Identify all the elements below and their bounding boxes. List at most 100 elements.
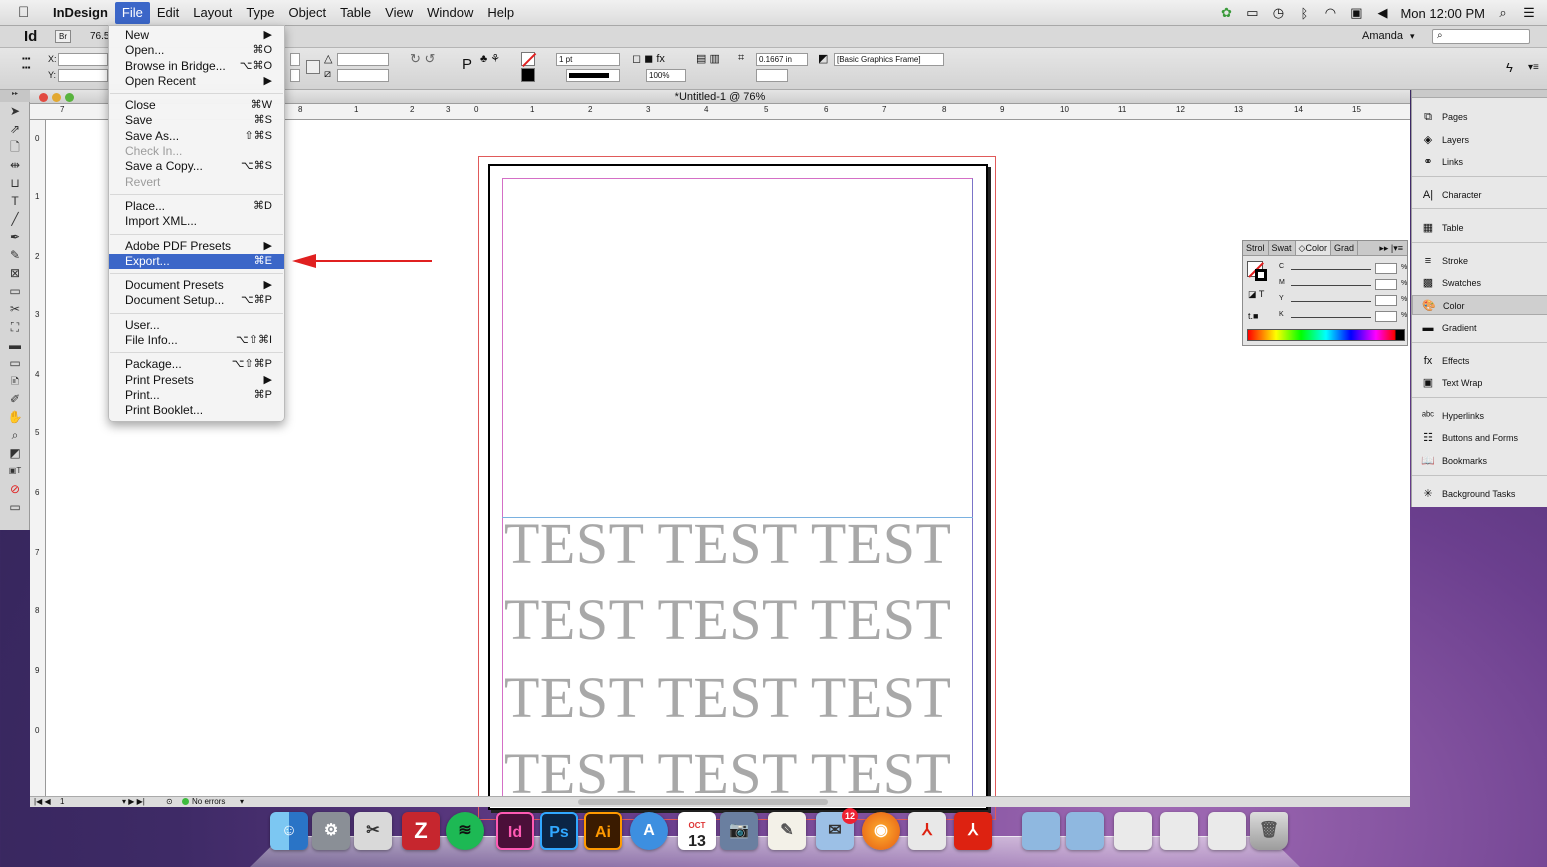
dock-acrobat-reader-icon[interactable]: ⅄	[954, 812, 992, 850]
page-nav-next-icon[interactable]: ▾ ▶ ▶|	[122, 797, 145, 807]
dock-folder-icon[interactable]	[1022, 812, 1060, 850]
menu-item-file-info[interactable]: File Info... ⌥⇧⌘I	[109, 333, 284, 348]
dock-grab-icon[interactable]: ✂	[354, 812, 392, 850]
type-tool-icon[interactable]: T	[0, 192, 30, 210]
menu-item-browse-in-bridge[interactable]: Browse in Bridge... ⌥⌘O	[109, 59, 284, 74]
reference-point-icon[interactable]: ▪▪▪ ▪▪▪	[22, 54, 31, 72]
chevron-down-icon[interactable]: ▾	[1410, 31, 1415, 42]
menu-item-print[interactable]: Print... ⌘P	[109, 388, 284, 403]
panel-gradient[interactable]: ▬ Gradient	[1412, 318, 1547, 338]
dock-acrobat-icon[interactable]: ⅄	[908, 812, 946, 850]
menu-item-open[interactable]: Open... ⌘O	[109, 43, 284, 58]
rectangle-tool-icon[interactable]: ▭	[0, 282, 30, 300]
panel-text-wrap[interactable]: ▣ Text Wrap	[1412, 373, 1547, 393]
menu-item-close[interactable]: Close ⌘W	[109, 98, 284, 113]
panel-menu-icon[interactable]: ▾≡	[1528, 62, 1539, 73]
menu-item-user[interactable]: User...	[109, 318, 284, 333]
zoom-level[interactable]: 76.5	[90, 31, 109, 42]
free-transform-tool-icon[interactable]: ⛶	[0, 318, 30, 336]
menu-window[interactable]: Window	[420, 2, 480, 24]
page-nav-first-icon[interactable]: |◀ ◀	[34, 797, 51, 807]
search-input[interactable]: ⌕	[1432, 29, 1530, 44]
align-icon[interactable]: ▤ ▥	[696, 52, 720, 65]
panel-background-tasks[interactable]: ✳ Background Tasks	[1412, 484, 1547, 504]
eyedropper-tool-icon[interactable]: ✐	[0, 390, 30, 408]
menu-item-place[interactable]: Place... ⌘D	[109, 199, 284, 214]
apple-icon[interactable]: 	[18, 4, 34, 21]
menu-item-import-xml[interactable]: Import XML...	[109, 214, 284, 229]
tools-panel-grip[interactable]: ▸▸	[0, 90, 30, 102]
panel-group-grip[interactable]	[1412, 208, 1547, 213]
panel-effects[interactable]: fx Effects	[1412, 351, 1547, 371]
menu-object[interactable]: Object	[282, 2, 334, 24]
content-collector-icon[interactable]: ⊔	[0, 174, 30, 192]
panel-dock-header[interactable]	[1412, 90, 1547, 98]
close-window-icon[interactable]	[39, 93, 48, 102]
menu-help[interactable]: Help	[480, 2, 521, 24]
horizontal-scrollbar[interactable]	[578, 799, 828, 805]
pen-tool-icon[interactable]: ✒	[0, 228, 30, 246]
menu-item-save-a-copy[interactable]: Save a Copy... ⌥⌘S	[109, 159, 284, 174]
menu-item-package[interactable]: Package... ⌥⇧⌘P	[109, 357, 284, 372]
text-line[interactable]: TEST TEST TEST	[504, 664, 951, 731]
apply-none-icon[interactable]: ⊘	[0, 480, 30, 498]
panel-group-grip[interactable]	[1412, 397, 1547, 402]
fill-swatch-icon[interactable]	[521, 52, 536, 67]
menu-item-print-booklet[interactable]: Print Booklet...	[109, 403, 284, 418]
panel-pages[interactable]: ⧉ Pages	[1412, 107, 1547, 127]
hand-tool-icon[interactable]: ✋	[0, 408, 30, 426]
rotation-field[interactable]	[337, 53, 389, 66]
dock-folder-icon[interactable]	[1066, 812, 1104, 850]
dock-photoshop-icon[interactable]: Ps	[540, 812, 578, 850]
dock-stack-icon[interactable]	[1208, 812, 1246, 850]
panel-group-grip[interactable]	[1412, 475, 1547, 480]
shear-field[interactable]	[337, 69, 389, 82]
menu-file[interactable]: File	[114, 1, 150, 24]
shear-icon[interactable]: ⧄	[324, 68, 331, 81]
corner-shape-dropdown[interactable]	[756, 69, 788, 82]
stroke-type-dropdown[interactable]	[566, 69, 620, 82]
dock-image-capture-icon[interactable]: 📷	[720, 812, 758, 850]
creative-cloud-icon[interactable]: ✿	[1218, 5, 1234, 21]
dock-system-preferences-icon[interactable]: ⚙	[312, 812, 350, 850]
stroke-weight-field[interactable]: 1 pt	[556, 53, 620, 66]
panel-links[interactable]: ⚭ Links	[1412, 152, 1547, 172]
stroke-proxy-icon[interactable]	[1255, 269, 1267, 281]
width-stepper[interactable]	[290, 53, 300, 66]
menu-item-save-as[interactable]: Save As... ⇧⌘S	[109, 129, 284, 144]
slider-black[interactable]: K%	[1279, 311, 1407, 323]
height-stepper[interactable]	[290, 69, 300, 82]
dock-documents-stack-icon[interactable]	[1114, 812, 1152, 850]
panel-group-grip[interactable]	[1412, 176, 1547, 181]
tab-stroke[interactable]: Strol	[1243, 241, 1269, 255]
wifi-icon[interactable]: ◠	[1322, 5, 1338, 21]
panel-group-grip[interactable]	[1412, 242, 1547, 247]
dock-filezilla-icon[interactable]: Z	[402, 812, 440, 850]
scissors-tool-icon[interactable]: ✂	[0, 300, 30, 318]
object-style-icon[interactable]: ◩	[818, 52, 828, 65]
dock-firefox-icon[interactable]: ◉	[862, 812, 900, 850]
slider-cyan[interactable]: C%	[1279, 263, 1407, 275]
notification-list-icon[interactable]: ☰	[1521, 5, 1537, 21]
panel-character[interactable]: A| Character	[1412, 185, 1547, 205]
dock-app-store-icon[interactable]: A	[630, 812, 668, 850]
text-line[interactable]: TEST TEST TEST	[504, 586, 951, 653]
airplay-icon[interactable]: ▭	[1244, 5, 1260, 21]
menu-app-name[interactable]: InDesign	[46, 2, 115, 24]
text-line[interactable]: TEST TEST TEST	[504, 510, 951, 577]
menu-view[interactable]: View	[378, 2, 420, 24]
dock-downloads-stack-icon[interactable]	[1160, 812, 1198, 850]
text-wrap-icon[interactable]: ⌗	[738, 52, 744, 65]
note-tool-icon[interactable]: 🗈	[0, 372, 30, 390]
select-container-icon[interactable]: P	[462, 56, 472, 73]
minimize-window-icon[interactable]	[52, 93, 61, 102]
dock-spotify-icon[interactable]: ≋	[446, 812, 484, 850]
text-line[interactable]: TEST TEST TEST	[504, 740, 951, 796]
tab-gradient[interactable]: Grad	[1331, 241, 1358, 255]
selection-tool-icon[interactable]: ➤	[0, 102, 30, 120]
y-field[interactable]	[58, 69, 108, 82]
panel-swatches[interactable]: ▩ Swatches	[1412, 273, 1547, 293]
lightning-icon[interactable]: ϟ	[1506, 60, 1513, 75]
page-number[interactable]: 1	[60, 797, 64, 807]
gradient-swatch-tool-icon[interactable]: ▬	[0, 336, 30, 354]
